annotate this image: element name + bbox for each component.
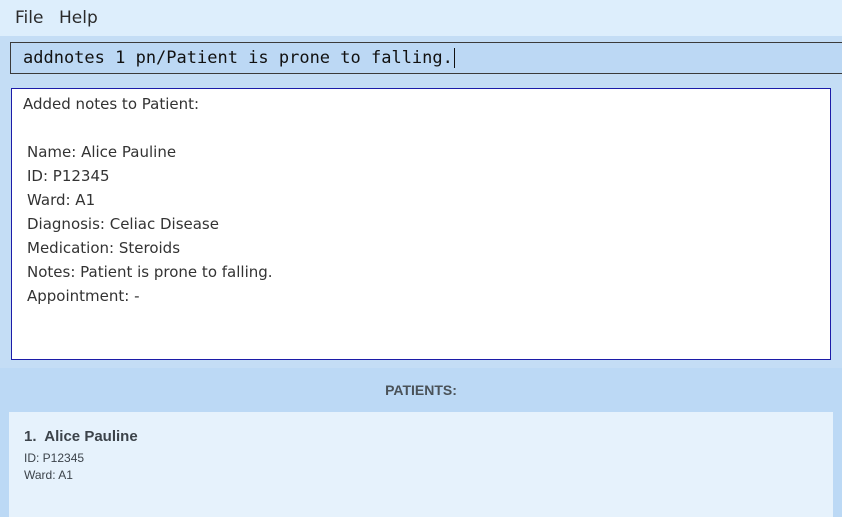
result-line-medication: Medication: Steroids (27, 239, 181, 257)
menu-file[interactable]: File (15, 0, 43, 36)
menu-bar: File Help (0, 0, 842, 36)
result-display[interactable]: Added notes to Patient: Name: Alice Paul… (11, 88, 831, 360)
command-input[interactable]: addnotes 1 pn/Patient is prone to fallin… (10, 42, 842, 74)
command-input-value: addnotes 1 pn/Patient is prone to fallin… (23, 48, 453, 68)
list-scroll-gutter (833, 412, 842, 517)
result-line-id: ID: P12345 (27, 167, 110, 185)
result-line-name: Name: Alice Pauline (27, 143, 177, 161)
command-input-text: addnotes 1 pn/Patient is prone to fallin… (23, 43, 455, 73)
patient-list-header: PATIENTS: (385, 382, 457, 398)
patient-card-index: 1. (24, 428, 37, 445)
patient-card-id: ID: P12345 (24, 451, 85, 465)
result-line-diagnosis: Diagnosis: Celiac Disease (27, 215, 219, 233)
result-line-ward: Ward: A1 (27, 191, 96, 209)
result-heading: Added notes to Patient: (23, 95, 200, 113)
text-caret (453, 48, 455, 68)
patient-card-title: 1. Alice Pauline (24, 428, 138, 445)
patient-card[interactable]: 1. Alice Pauline ID: P12345 Ward: A1 (9, 412, 833, 517)
patient-card-ward: Ward: A1 (24, 468, 73, 482)
menu-help[interactable]: Help (59, 0, 98, 36)
patient-card-name: Alice Pauline (44, 428, 138, 445)
result-line-appointment: Appointment: - (27, 287, 140, 305)
result-line-notes: Notes: Patient is prone to falling. (27, 263, 273, 281)
